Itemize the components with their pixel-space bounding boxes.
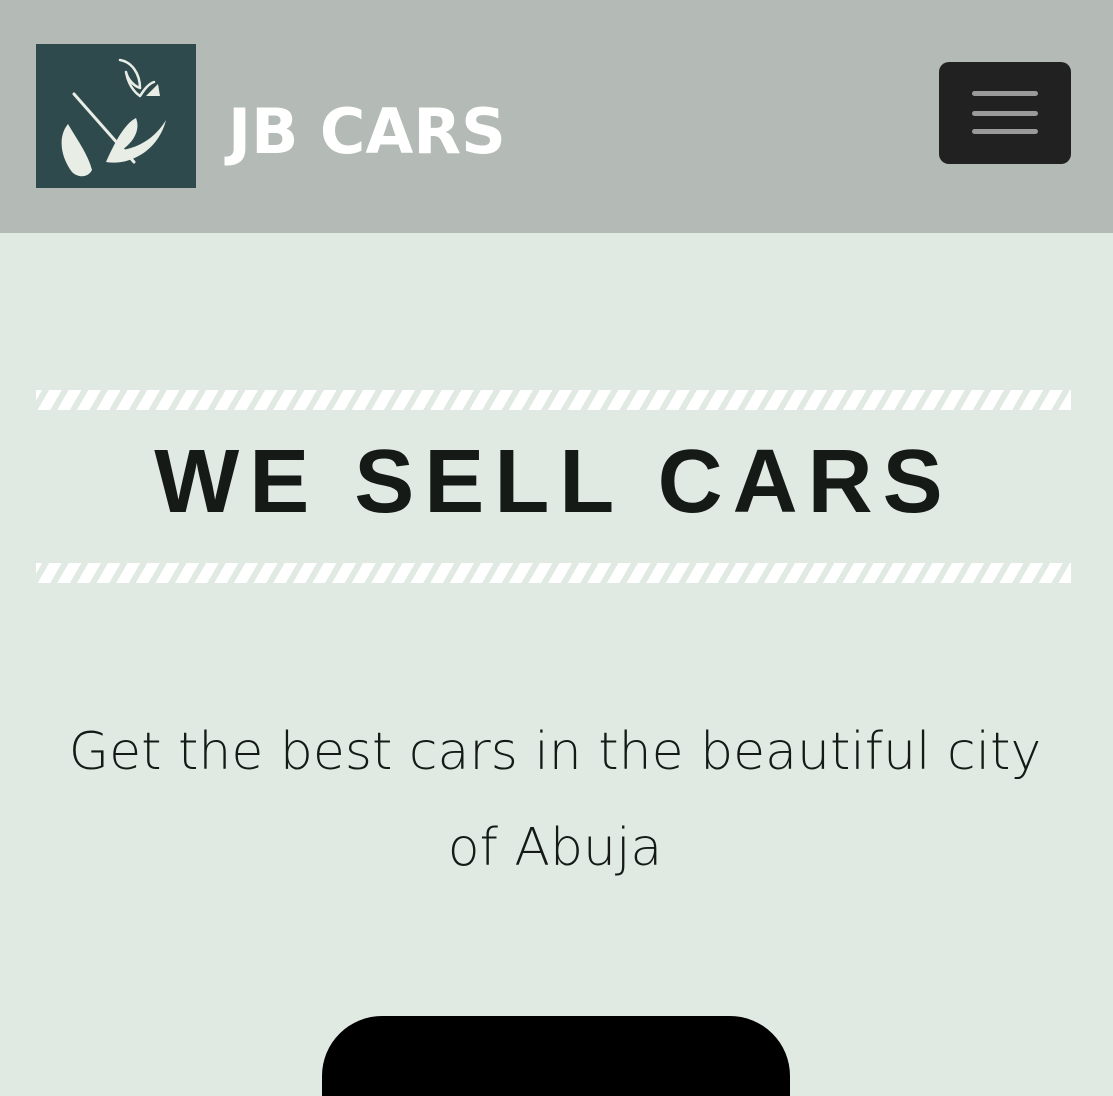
hero-title: WE SELL CARS [154,432,953,532]
site-header: JB CARS [0,0,1113,233]
decorative-stripe-top [36,390,1071,410]
brand-name[interactable]: JB CARS [228,92,506,172]
hamburger-menu-icon [972,91,1038,96]
hamburger-menu-icon-bar [972,111,1038,116]
hamburger-menu-button[interactable] [939,62,1071,164]
hamburger-menu-icon-bar [972,129,1038,134]
decorative-stripe-bottom [36,563,1071,583]
cta-button[interactable] [322,1016,790,1096]
hero-subtitle: Get the best cars in the beautiful city … [68,722,1042,878]
leaf-logo-icon[interactable] [36,44,196,188]
